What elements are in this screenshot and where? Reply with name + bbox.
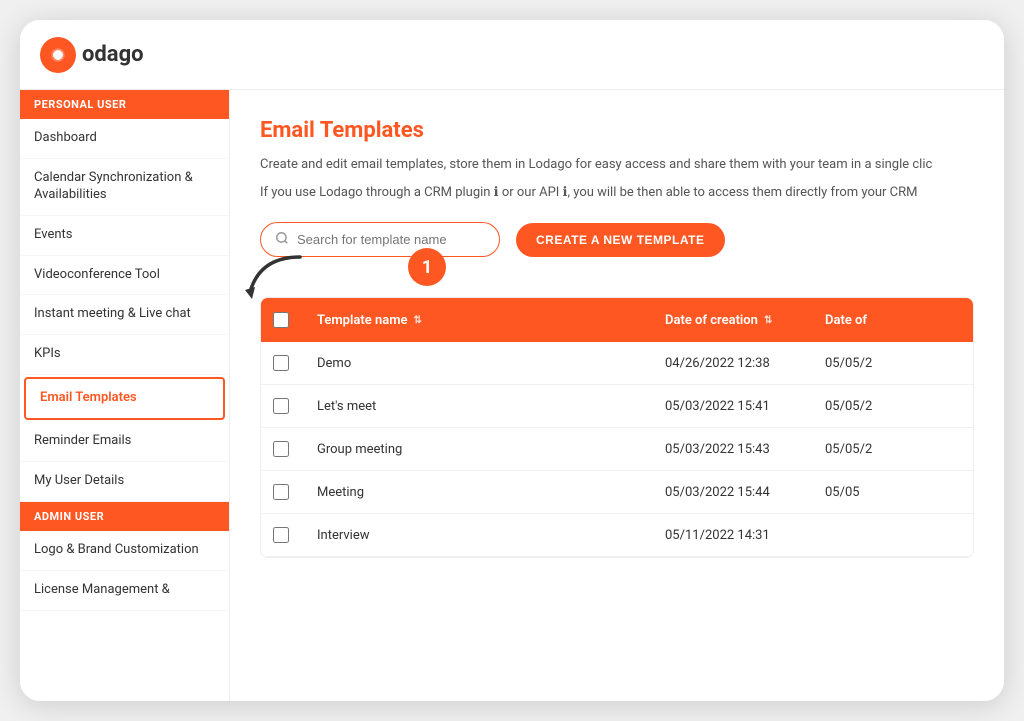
row-date-creation: 04/26/2022 12:38 — [653, 342, 813, 384]
create-template-button[interactable]: CREATE A NEW TEMPLATE — [516, 223, 725, 257]
row-date-modified: 05/05/2 — [813, 428, 973, 470]
row-checkbox[interactable] — [261, 385, 305, 427]
search-icon — [275, 230, 289, 249]
step-badge: 1 — [408, 248, 446, 286]
sidebar: PERSONAL USER Dashboard Calendar Synchro… — [20, 90, 230, 701]
content-area: Email Templates Create and edit email te… — [230, 90, 1004, 701]
sidebar-item-calendar-sync[interactable]: Calendar Synchronization & Availabilitie… — [20, 159, 229, 216]
row-date-creation: 05/03/2022 15:43 — [653, 428, 813, 470]
row-date-creation: 05/03/2022 15:41 — [653, 385, 813, 427]
description-1: Create and edit email templates, store t… — [260, 155, 974, 175]
logo-text: odago — [82, 42, 144, 67]
row-checkbox[interactable] — [261, 514, 305, 556]
table-row: Group meeting 05/03/2022 15:43 05/05/2 — [261, 428, 973, 471]
th-date-creation: Date of creation ⇅ — [653, 298, 813, 342]
email-templates-table: Template name ⇅ Date of creation ⇅ Date … — [260, 297, 974, 558]
admin-user-header: ADMIN USER — [20, 502, 229, 531]
table-row: Demo 04/26/2022 12:38 05/05/2 — [261, 342, 973, 385]
description-2: If you use Lodago through a CRM plugin ℹ… — [260, 183, 974, 203]
row-template-name: Group meeting — [305, 428, 653, 470]
row-template-name: Demo — [305, 342, 653, 384]
sidebar-item-instant-meeting[interactable]: Instant meeting & Live chat — [20, 295, 229, 335]
app-container: odago PERSONAL USER Dashboard Calendar S… — [20, 20, 1004, 701]
row-template-name: Meeting — [305, 471, 653, 513]
toolbar: CREATE A NEW TEMPLATE 1 — [260, 222, 974, 257]
th-template-name: Template name ⇅ — [305, 298, 653, 342]
search-input[interactable] — [297, 232, 485, 247]
sidebar-item-reminder-emails[interactable]: Reminder Emails — [20, 422, 229, 462]
row-date-modified — [813, 514, 973, 556]
table-row: Let's meet 05/03/2022 15:41 05/05/2 — [261, 385, 973, 428]
sidebar-item-email-templates[interactable]: Email Templates — [24, 377, 225, 420]
sidebar-item-my-user-details[interactable]: My User Details — [20, 462, 229, 502]
main-layout: PERSONAL USER Dashboard Calendar Synchro… — [20, 90, 1004, 701]
sort-icon-name[interactable]: ⇅ — [413, 315, 421, 326]
th-date-modified: Date of — [813, 298, 973, 342]
row-date-modified: 05/05 — [813, 471, 973, 513]
logo-icon — [40, 37, 76, 73]
row-template-name: Interview — [305, 514, 653, 556]
page-title: Email Templates — [260, 118, 974, 143]
arrow-indicator — [240, 252, 310, 306]
sort-icon-date[interactable]: ⇅ — [764, 315, 772, 326]
row-checkbox[interactable] — [261, 342, 305, 384]
row-date-creation: 05/03/2022 15:44 — [653, 471, 813, 513]
row-checkbox[interactable] — [261, 428, 305, 470]
row-checkbox[interactable] — [261, 471, 305, 513]
row-date-modified: 05/05/2 — [813, 342, 973, 384]
sidebar-item-kpis[interactable]: KPIs — [20, 335, 229, 375]
sidebar-item-events[interactable]: Events — [20, 216, 229, 256]
logo: odago — [40, 37, 144, 73]
sidebar-item-videoconference[interactable]: Videoconference Tool — [20, 256, 229, 296]
select-all-checkbox[interactable] — [273, 312, 289, 328]
top-bar: odago — [20, 20, 1004, 90]
sidebar-item-dashboard[interactable]: Dashboard — [20, 119, 229, 159]
table-row: Interview 05/11/2022 14:31 — [261, 514, 973, 557]
table-header: Template name ⇅ Date of creation ⇅ Date … — [261, 298, 973, 342]
personal-user-header: PERSONAL USER — [20, 90, 229, 119]
row-date-modified: 05/05/2 — [813, 385, 973, 427]
sidebar-item-license-management[interactable]: License Management & — [20, 571, 229, 611]
sidebar-item-logo-brand[interactable]: Logo & Brand Customization — [20, 531, 229, 571]
row-date-creation: 05/11/2022 14:31 — [653, 514, 813, 556]
row-template-name: Let's meet — [305, 385, 653, 427]
table-row: Meeting 05/03/2022 15:44 05/05 — [261, 471, 973, 514]
